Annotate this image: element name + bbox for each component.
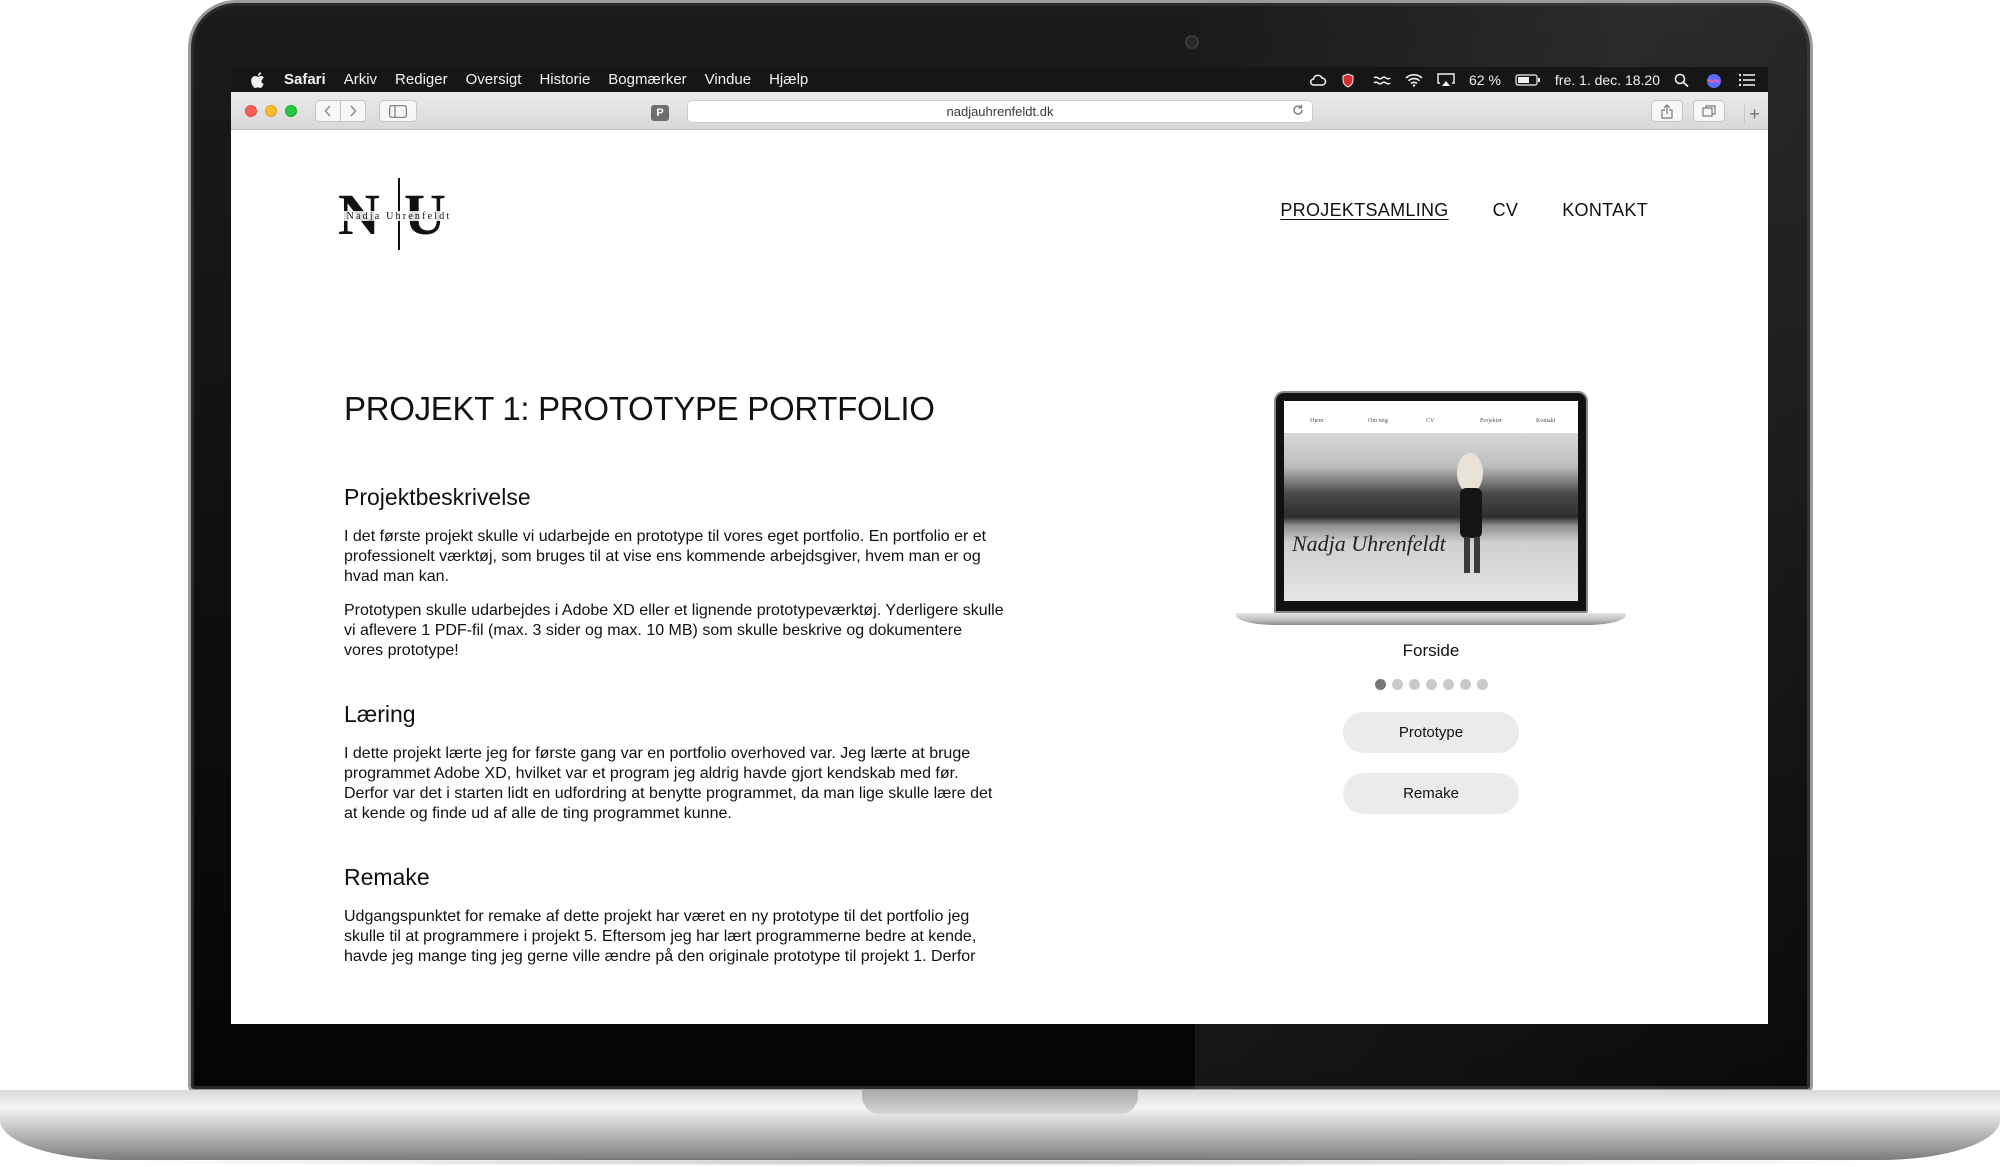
pinned-tab-icon[interactable]: P	[651, 105, 669, 121]
mini-site-nav: Hjem Om mig CV Projekter Kontakt	[1284, 409, 1578, 433]
slider-dots	[1236, 679, 1626, 690]
paragraph: Udgangspunktet for remake af dette proje…	[344, 908, 977, 965]
nav-cv[interactable]: CV	[1493, 200, 1519, 221]
menu-item-bogmaerker[interactable]: Bogmærker	[599, 71, 695, 88]
menu-item-hjaelp[interactable]: Hjælp	[760, 71, 817, 88]
nav-projektsamling[interactable]: PROJEKTSAMLING	[1280, 200, 1448, 221]
slide-caption: Forside	[1402, 641, 1460, 660]
mini-laptop-base	[1236, 613, 1626, 625]
paragraph: I det første projekt skulle vi udarbejde…	[344, 528, 987, 585]
safari-toolbar: P nadjauhrenfeldt.dk +	[231, 92, 1768, 130]
back-button[interactable]	[315, 100, 341, 122]
reload-icon[interactable]	[1292, 103, 1304, 119]
menu-item-oversigt[interactable]: Oversigt	[457, 71, 531, 88]
page-title: PROJEKT 1: PROTOTYPE PORTFOLIO	[344, 390, 935, 427]
macos-menubar: Safari Arkiv Rediger Oversigt Historie B…	[231, 67, 1768, 92]
webpage: N U Nadja Uhrenfeldt PROJEKTSAMLING CV K…	[231, 130, 1768, 1024]
mini-nav-item: Projekter	[1480, 418, 1502, 424]
notification-center-icon[interactable]	[1738, 73, 1756, 87]
sidebar-toggle-button[interactable]	[379, 100, 417, 122]
apple-icon[interactable]	[241, 71, 275, 88]
clock[interactable]: fre. 1. dec. 18.20	[1555, 72, 1660, 88]
section-heading: Remake	[344, 864, 430, 890]
laptop-screen: Safari Arkiv Rediger Oversigt Historie B…	[231, 67, 1768, 1024]
siri-icon[interactable]	[1706, 73, 1724, 88]
paragraph: Prototypen skulle udarbejdes i Adobe XD …	[344, 602, 1004, 659]
share-button[interactable]	[1651, 100, 1683, 122]
slider-dot[interactable]	[1391, 679, 1403, 690]
forward-button[interactable]	[340, 100, 366, 122]
creative-cloud-icon[interactable]	[1309, 73, 1327, 87]
slide-image[interactable]: Hjem Om mig CV Projekter Kontakt Nadja U…	[1236, 391, 1626, 631]
slider-dot[interactable]	[1476, 679, 1488, 690]
minimize-window-button[interactable]	[265, 105, 277, 117]
chevron-right-icon	[350, 105, 357, 117]
menu-item-vindue[interactable]: Vindue	[696, 71, 760, 88]
mini-nav-item: Om mig	[1368, 418, 1388, 424]
mini-nav-item: Hjem	[1310, 418, 1324, 424]
mini-signature: Nadja Uhrenfeldt	[1292, 531, 1446, 556]
prototype-button[interactable]: Prototype	[1343, 712, 1519, 753]
sidebar-icon	[389, 104, 407, 118]
new-tab-button[interactable]: +	[1744, 105, 1764, 125]
site-logo[interactable]: N U Nadja Uhrenfeldt	[337, 178, 461, 250]
menu-item-arkiv[interactable]: Arkiv	[335, 71, 386, 88]
tabs-icon	[1702, 105, 1716, 117]
hero-photo	[1284, 433, 1578, 601]
project-content: PROJEKT 1: PROTOTYPE PORTFOLIO Projektbe…	[344, 390, 1004, 1007]
zoom-window-button[interactable]	[285, 105, 297, 117]
mini-nav-item: CV	[1426, 418, 1435, 424]
battery-percent: 62 %	[1469, 71, 1501, 88]
laptop-notch	[862, 1090, 1138, 1114]
slider-dot[interactable]	[1425, 679, 1437, 690]
mini-laptop-lid: Hjem Om mig CV Projekter Kontakt Nadja U…	[1274, 391, 1588, 613]
nav-kontakt[interactable]: KONTAKT	[1562, 200, 1648, 221]
battery-icon[interactable]	[1515, 73, 1541, 87]
mini-screen: Hjem Om mig CV Projekter Kontakt Nadja U…	[1284, 401, 1578, 601]
menu-app-safari[interactable]: Safari	[275, 71, 335, 88]
camera-icon	[1185, 35, 1199, 49]
address-bar-url: nadjauhrenfeldt.dk	[946, 104, 1054, 119]
chevron-left-icon	[324, 105, 331, 117]
mini-nav-item: Kontakt	[1536, 418, 1556, 424]
section-remake: Remake Udgangspunktet for remake af dett…	[344, 864, 1004, 967]
section-heading: Læring	[344, 701, 416, 727]
slider-dot[interactable]	[1442, 679, 1454, 690]
slider-dot[interactable]	[1459, 679, 1471, 690]
paragraph: I dette projekt lærte jeg for første gan…	[344, 745, 993, 822]
spotlight-search-icon[interactable]	[1674, 73, 1692, 87]
slider-dot[interactable]	[1408, 679, 1420, 690]
logo-name: Nadja Uhrenfeldt	[347, 211, 452, 222]
laptop-shadow	[80, 1158, 1920, 1166]
menu-item-rediger[interactable]: Rediger	[386, 71, 457, 88]
tab-overview-button[interactable]	[1693, 100, 1725, 122]
section-projektbeskrivelse: Projektbeskrivelse I det første projekt …	[344, 484, 1004, 661]
airplay-icon[interactable]	[1437, 72, 1455, 87]
remake-button[interactable]: Remake	[1343, 773, 1519, 814]
main-navigation: PROJEKTSAMLING CV KONTAKT	[1280, 200, 1648, 221]
slider-dot[interactable]	[1374, 679, 1386, 690]
section-heading: Projektbeskrivelse	[344, 484, 531, 510]
address-bar[interactable]: nadjauhrenfeldt.dk	[687, 100, 1313, 123]
close-window-button[interactable]	[245, 105, 257, 117]
menu-item-historie[interactable]: Historie	[530, 71, 599, 88]
shield-icon[interactable]	[1341, 72, 1359, 88]
share-icon	[1661, 103, 1673, 119]
status-area: 62 % fre. 1. dec. 18.20	[1309, 72, 1768, 88]
image-slider: Hjem Om mig CV Projekter Kontakt Nadja U…	[1236, 391, 1626, 814]
section-laering: Læring I dette projekt lærte jeg for før…	[344, 701, 1004, 824]
wave-icon[interactable]	[1373, 73, 1391, 87]
wifi-icon[interactable]	[1405, 73, 1423, 87]
